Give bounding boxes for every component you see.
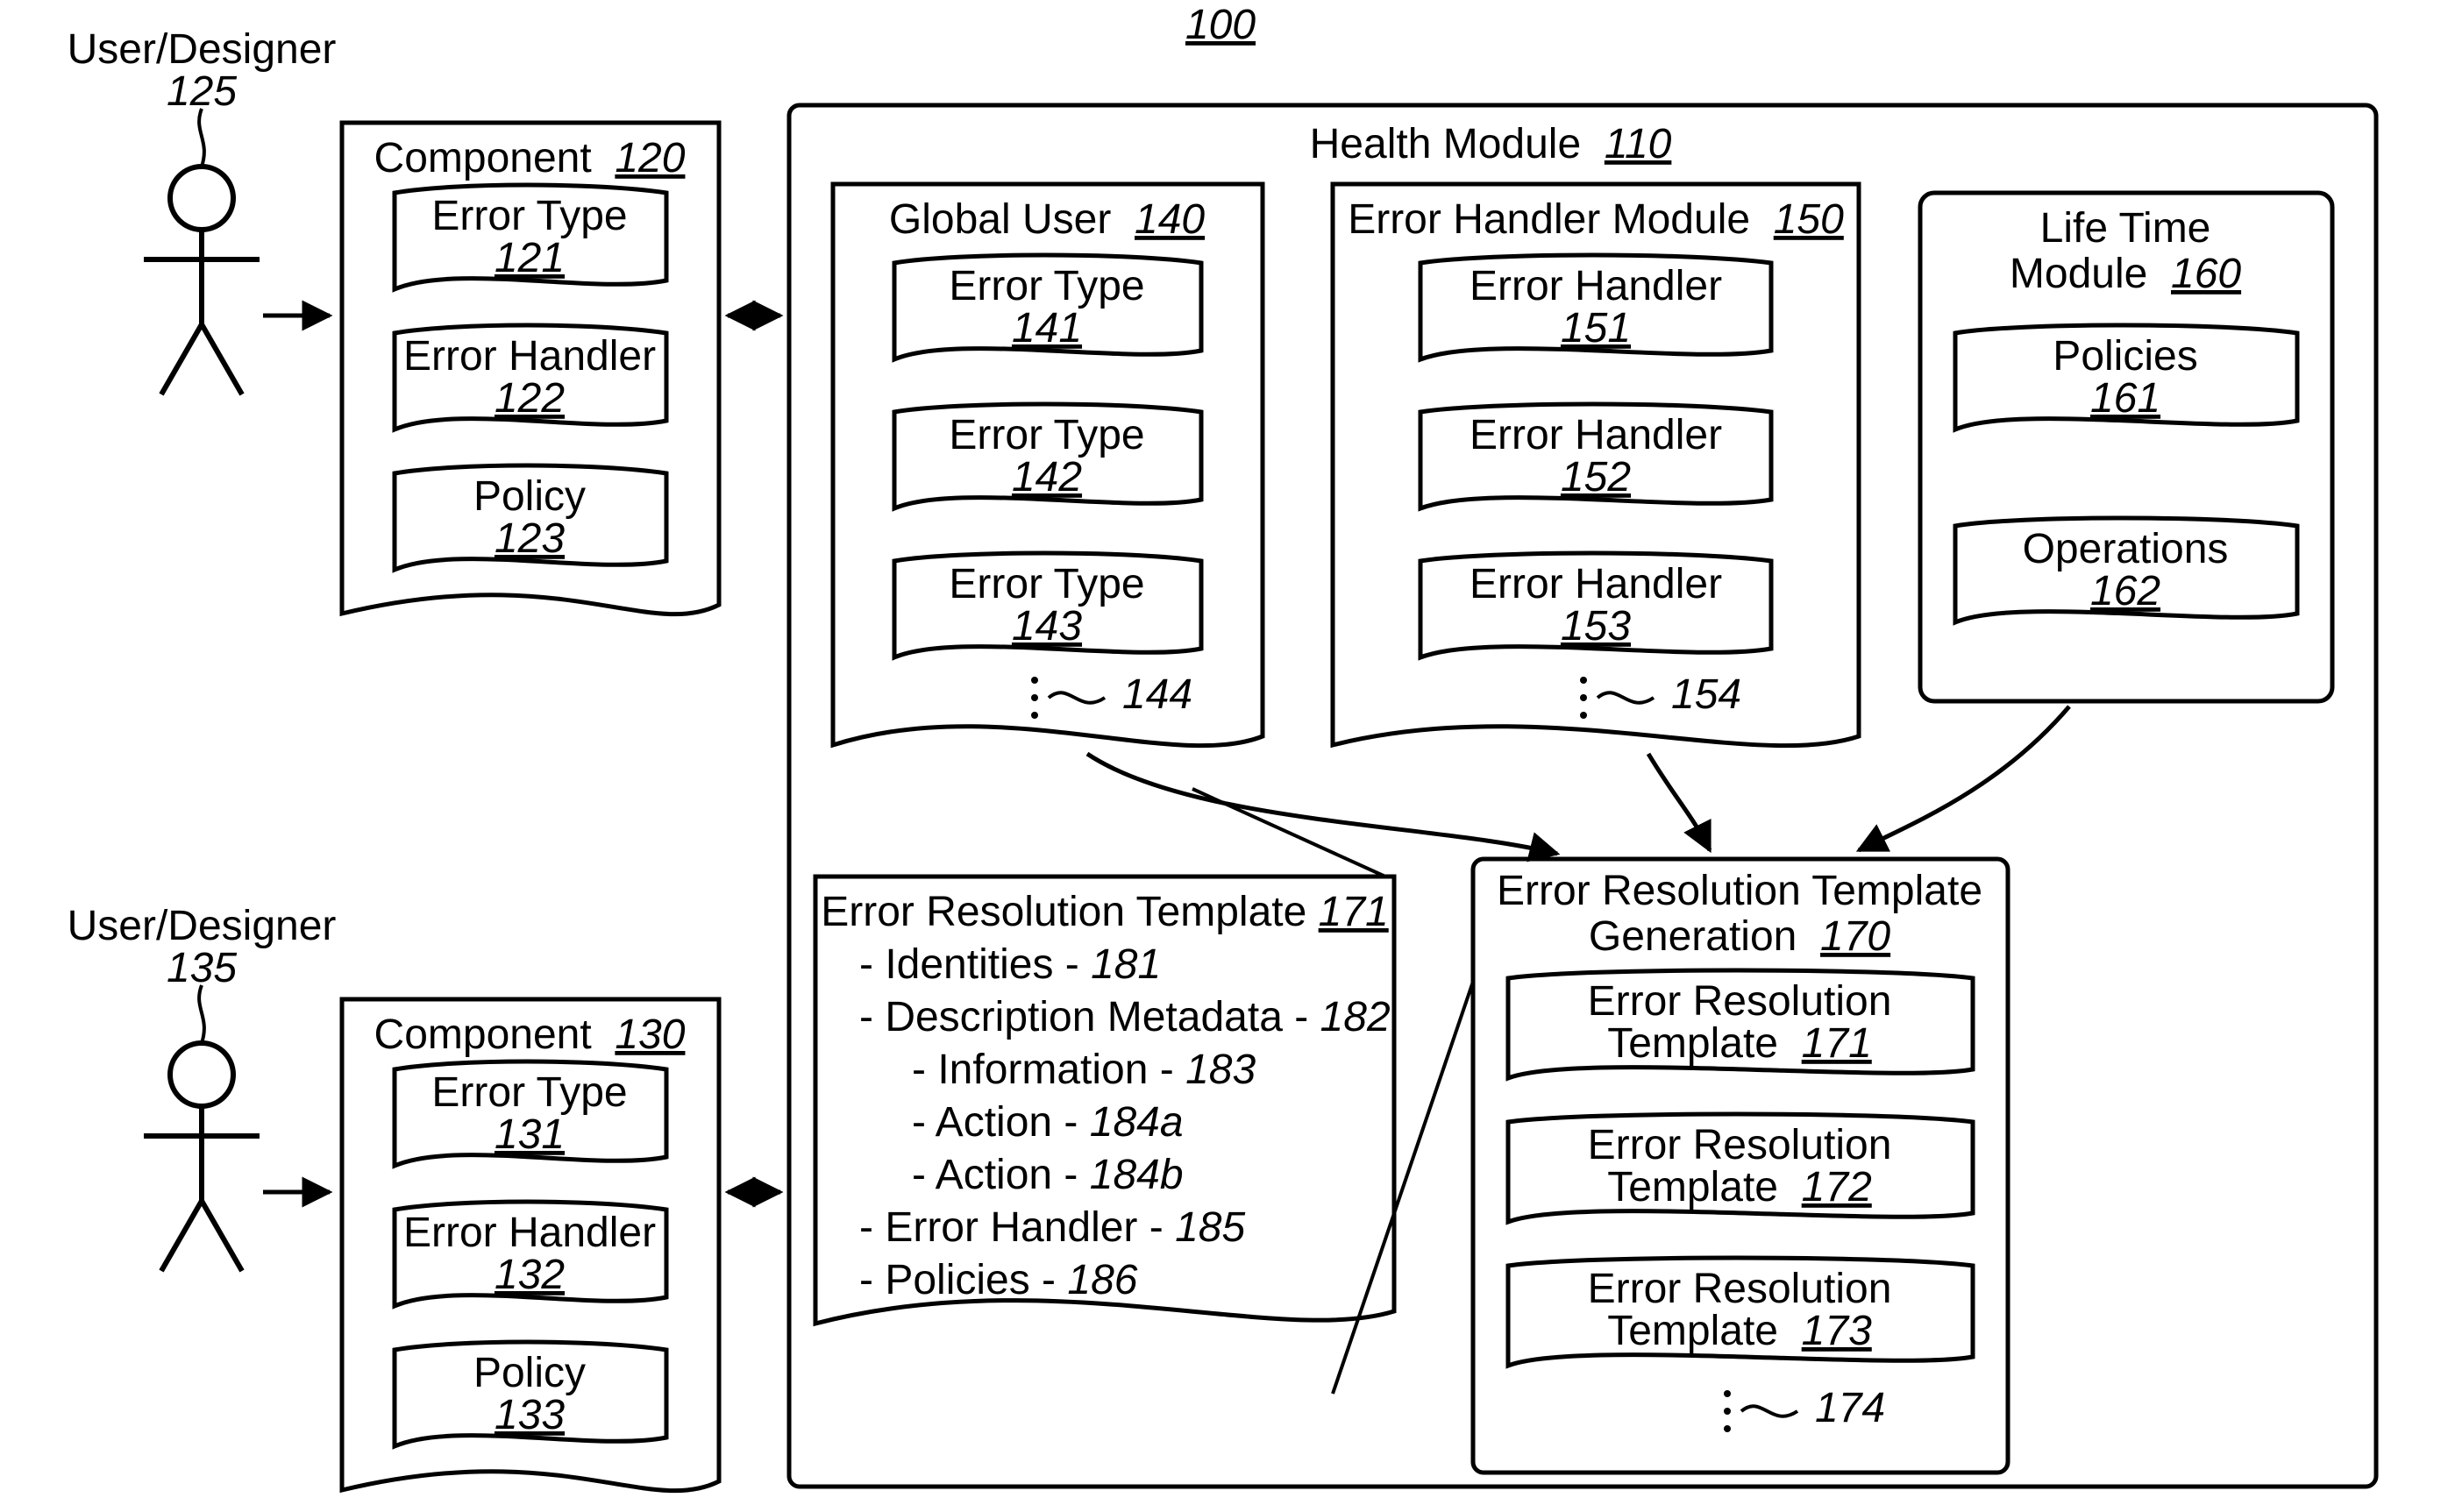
svg-text:135: 135 xyxy=(167,945,237,991)
svg-text:Error Handler: Error Handler xyxy=(403,333,656,380)
svg-text:125: 125 xyxy=(167,68,237,115)
svg-text:- Description Metadata - 182: - Description Metadata - 182 xyxy=(859,994,1391,1040)
svg-text:Error Resolution: Error Resolution xyxy=(1588,1266,1892,1312)
svg-text:133: 133 xyxy=(495,1392,565,1438)
svg-text:Error Handler: Error Handler xyxy=(403,1210,656,1256)
svg-text:174: 174 xyxy=(1815,1385,1885,1431)
svg-text:Error Resolution Template 171: Error Resolution Template 171 xyxy=(821,889,1388,935)
svg-text:Error Type: Error Type xyxy=(431,1069,627,1116)
global-user-140: Global User 140 Error Type 141 Error Typ… xyxy=(833,184,1263,746)
svg-text:User/Designer: User/Designer xyxy=(68,26,337,73)
svg-text:Module 160: Module 160 xyxy=(2010,251,2242,297)
svg-text:131: 131 xyxy=(495,1111,565,1158)
ehm-item-1: Error Handler 152 xyxy=(1420,404,1771,508)
svg-text:Error Resolution Template: Error Resolution Template xyxy=(1497,868,1982,914)
diagram-ref: 100 xyxy=(1185,2,1256,48)
svg-text:143: 143 xyxy=(1012,603,1082,650)
svg-text:123: 123 xyxy=(495,515,565,562)
svg-text:151: 151 xyxy=(1561,305,1631,351)
svg-text:User/Designer: User/Designer xyxy=(68,903,337,949)
svg-text:121: 121 xyxy=(495,235,565,281)
svg-text:144: 144 xyxy=(1122,671,1192,718)
svg-text:Error Type: Error Type xyxy=(431,193,627,239)
diagram-root: 100 Health Module 110 User/Designer 125 … xyxy=(0,0,2441,1511)
svg-text:141: 141 xyxy=(1012,305,1082,351)
component-130-item-0: Error Type 131 xyxy=(395,1061,666,1166)
svg-text:- Action - 184a: - Action - 184a xyxy=(912,1099,1184,1146)
svg-text:Error Resolution: Error Resolution xyxy=(1588,978,1892,1025)
svg-text:Error Type: Error Type xyxy=(949,263,1144,309)
svg-text:162: 162 xyxy=(2090,568,2160,614)
arrow-ehm-to-ertg xyxy=(1648,754,1710,850)
svg-text:- Error Handler - 185: - Error Handler - 185 xyxy=(859,1204,1245,1251)
svg-text:142: 142 xyxy=(1012,454,1082,500)
svg-text:Error Handler: Error Handler xyxy=(1470,263,1722,309)
component-130-item-1: Error Handler 132 xyxy=(395,1202,666,1306)
error-resolution-template-171: Error Resolution Template 171 - Identiti… xyxy=(815,877,1394,1324)
svg-text:132: 132 xyxy=(495,1252,565,1298)
svg-text:- Action - 184b: - Action - 184b xyxy=(912,1152,1184,1198)
svg-text:- Information - 183: - Information - 183 xyxy=(912,1047,1256,1093)
svg-text:Error Resolution: Error Resolution xyxy=(1588,1122,1892,1168)
global-user-item-0: Error Type 141 xyxy=(894,255,1201,359)
svg-text:Life Time: Life Time xyxy=(2040,205,2211,252)
svg-text:- Policies - 186: - Policies - 186 xyxy=(859,1257,1138,1303)
ertg-item-2: Error Resolution Template 173 xyxy=(1508,1258,1973,1366)
user-designer-1: User/Designer 125 xyxy=(68,26,337,394)
svg-text:Generation 170: Generation 170 xyxy=(1589,913,1891,960)
svg-text:161: 161 xyxy=(2090,375,2160,422)
svg-text:Policies: Policies xyxy=(2053,333,2197,380)
lifetime-module-160: Life Time Module 160 Policies 161 Operat… xyxy=(1920,193,2332,701)
svg-text:Policy: Policy xyxy=(473,473,586,520)
svg-text:Error Handler Module 150: Error Handler Module 150 xyxy=(1348,196,1844,243)
svg-text:Template 172: Template 172 xyxy=(1607,1164,1872,1210)
health-module-title: Health Module 110 xyxy=(1310,121,1672,167)
component-130: Component 130 Error Type 131 Error Handl… xyxy=(342,999,719,1491)
svg-text:122: 122 xyxy=(495,375,565,422)
ertg-item-1: Error Resolution Template 172 xyxy=(1508,1114,1973,1222)
component-120: Component 120 Error Type 121 Error Handl… xyxy=(342,123,719,614)
component-120-item-0: Error Type 121 xyxy=(395,185,666,289)
component-120-item-1: Error Handler 122 xyxy=(395,325,666,429)
ertg-item-0: Error Resolution Template 171 xyxy=(1508,970,1973,1078)
svg-text:Template 173: Template 173 xyxy=(1607,1308,1872,1354)
svg-text:153: 153 xyxy=(1561,603,1631,650)
arrow-lifetime-to-ertg xyxy=(1859,706,2069,850)
svg-text:Component 130: Component 130 xyxy=(374,1012,686,1058)
svg-text:152: 152 xyxy=(1561,454,1631,500)
svg-text:- Identities - 181: - Identities - 181 xyxy=(859,941,1161,988)
svg-text:Error Handler: Error Handler xyxy=(1470,412,1722,458)
ertg-170: Error Resolution Template Generation 170… xyxy=(1473,859,2008,1473)
svg-text:154: 154 xyxy=(1671,671,1741,718)
svg-text:Component 120: Component 120 xyxy=(374,135,686,181)
svg-text:Error Type: Error Type xyxy=(949,561,1144,607)
component-130-item-2: Policy 133 xyxy=(395,1342,666,1446)
lifetime-item-0: Policies 161 xyxy=(1955,325,2297,429)
arrow-globaluser-to-ertg xyxy=(1087,754,1557,854)
global-user-item-2: Error Type 143 xyxy=(894,553,1201,657)
user-designer-2: User/Designer 135 xyxy=(68,903,337,1271)
lifetime-item-1: Operations 162 xyxy=(1955,518,2297,622)
ehm-item-2: Error Handler 153 xyxy=(1420,553,1771,657)
error-handler-module-150: Error Handler Module 150 Error Handler 1… xyxy=(1333,184,1859,746)
component-120-item-2: Policy 123 xyxy=(395,465,666,570)
svg-text:Policy: Policy xyxy=(473,1350,586,1396)
svg-text:Error Type: Error Type xyxy=(949,412,1144,458)
svg-text:Operations: Operations xyxy=(2023,526,2229,572)
svg-text:Template 171: Template 171 xyxy=(1607,1020,1872,1067)
ehm-item-0: Error Handler 151 xyxy=(1420,255,1771,359)
svg-text:Global User 140: Global User 140 xyxy=(889,196,1206,243)
global-user-item-1: Error Type 142 xyxy=(894,404,1201,508)
svg-text:Error Handler: Error Handler xyxy=(1470,561,1722,607)
